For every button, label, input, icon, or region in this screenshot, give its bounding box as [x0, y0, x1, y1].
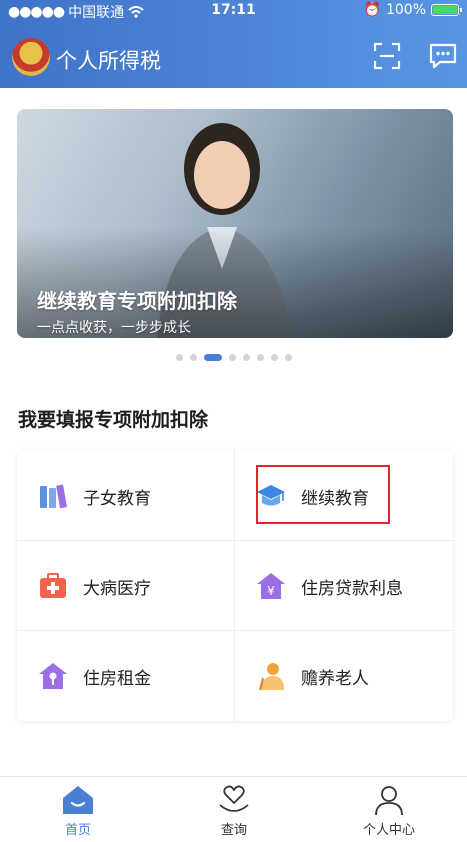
battery-icon	[431, 4, 462, 16]
carousel-dot[interactable]	[229, 354, 236, 361]
deduction-item-housing-rent[interactable]: 住房租金	[17, 630, 235, 720]
deduction-item-serious-illness[interactable]: 大病医疗	[17, 540, 235, 630]
carousel-dot[interactable]	[176, 354, 183, 361]
tab-bar: 首页 查询 个人中心	[0, 776, 467, 842]
carousel-dot[interactable]	[285, 354, 292, 361]
tab-label: 个人中心	[362, 823, 415, 838]
status-bar: ●●●●● 中国联通 17:11 ⏰ 100%	[0, 0, 467, 22]
battery-percent: 100%	[385, 2, 426, 18]
tax-emblem-logo	[12, 38, 50, 76]
house-yuan-icon: ¥	[257, 573, 285, 599]
svg-text:¥: ¥	[267, 584, 275, 598]
home-icon	[63, 786, 93, 814]
deduction-item-mortgage-interest[interactable]: ¥ 住房贷款利息	[235, 540, 453, 630]
highlight-box	[256, 465, 390, 524]
main-content: 继续教育专项附加扣除 一点点收获，一步步成长 我要填报专项附加扣除 子女教育 继…	[0, 88, 467, 776]
deduction-label: 子女教育	[83, 489, 151, 509]
section-title: 我要填报专项附加扣除	[18, 409, 209, 431]
deduction-label: 住房贷款利息	[301, 579, 403, 599]
scan-icon[interactable]	[372, 41, 402, 71]
deduction-grid: 子女教育 继续教育 大病医疗 ¥ 住房贷款利息 住房租金 赡养老人	[17, 450, 453, 721]
banner-subtitle: 一点点收获，一步步成长	[37, 320, 191, 336]
promo-banner[interactable]: 继续教育专项附加扣除 一点点收获，一步步成长	[17, 109, 453, 338]
house-key-icon	[39, 663, 67, 689]
tab-label: 首页	[64, 823, 91, 838]
deduction-label: 大病医疗	[83, 579, 151, 599]
elderly-person-icon	[259, 663, 284, 691]
app-header: ●●●●● 中国联通 17:11 ⏰ 100% 个人所得税	[0, 0, 467, 88]
deduction-label: 住房租金	[83, 669, 151, 689]
carousel-dot[interactable]	[243, 354, 250, 361]
books-icon	[40, 484, 67, 509]
user-icon	[375, 786, 403, 816]
medical-kit-icon	[40, 573, 66, 598]
app-title: 个人所得税	[56, 49, 161, 73]
tab-label: 查询	[220, 823, 247, 838]
banner-title: 继续教育专项附加扣除	[37, 289, 237, 313]
tab-personal-center[interactable]: 个人中心	[311, 777, 467, 842]
deduction-item-children-education[interactable]: 子女教育	[17, 450, 235, 540]
tab-query[interactable]: 查询	[156, 777, 312, 842]
carousel-indicator	[176, 354, 292, 361]
deduction-item-elderly-support[interactable]: 赡养老人	[235, 630, 453, 720]
heart-hand-icon	[219, 785, 249, 812]
carousel-dot[interactable]	[257, 354, 264, 361]
tab-home[interactable]: 首页	[0, 777, 156, 842]
carousel-dot[interactable]	[190, 354, 197, 361]
alarm-icon: ⏰	[363, 2, 381, 18]
carousel-dot[interactable]	[271, 354, 278, 361]
message-icon[interactable]	[428, 41, 458, 71]
deduction-label: 赡养老人	[301, 669, 369, 689]
navbar: 个人所得税	[0, 36, 467, 80]
carousel-dot-active[interactable]	[204, 354, 222, 361]
